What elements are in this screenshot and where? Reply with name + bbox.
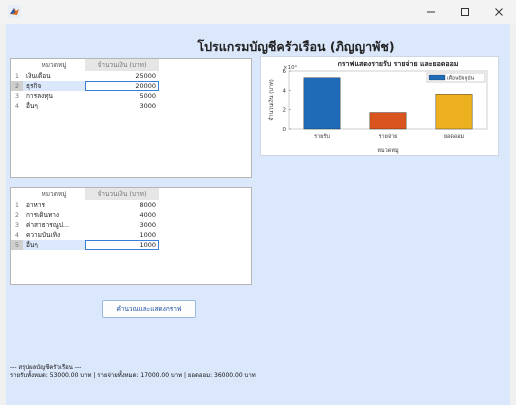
expense-table-body: 1 อาหาร 8000 2 การเดินทาง 4000 3 ค่าสาธารณูป...… xyxy=(11,200,251,250)
row-number: 5 xyxy=(11,240,23,250)
table-row[interactable]: 1 อาหาร 8000 xyxy=(11,200,251,210)
y-tick-label: 0 xyxy=(283,127,287,133)
x-axis-label: หมวดหมู่ xyxy=(377,148,399,154)
minimize-button[interactable] xyxy=(414,0,448,24)
x-tick-label: รายจ่าย xyxy=(379,134,398,140)
minimize-icon xyxy=(427,11,435,13)
summary-totals: รายรับทั้งหมด: 53000.00 บาท | รายจ่ายทั้… xyxy=(10,372,256,379)
row-number-header xyxy=(11,188,23,200)
row-number: 4 xyxy=(11,230,23,240)
amount-cell[interactable]: 20000 xyxy=(85,81,159,91)
category-cell[interactable]: ความบันเทิง xyxy=(23,230,85,240)
row-number: 1 xyxy=(11,200,23,210)
row-number: 3 xyxy=(11,91,23,101)
amount-cell[interactable]: 4000 xyxy=(85,210,159,220)
title-bar xyxy=(0,0,516,24)
amount-cell[interactable]: 1000 xyxy=(85,240,159,250)
y-tick-label: 2 xyxy=(283,108,287,114)
table-row[interactable]: 2 การเดินทาง 4000 xyxy=(11,210,251,220)
close-icon xyxy=(495,8,503,16)
bar-chart-svg: กราฟแสดงรายรับ รายจ่าย และยอดออม×10⁴จำนว… xyxy=(268,60,488,154)
expense-table[interactable]: หมวดหมู่ จำนวนเงิน (บาท) 1 อาหาร 8000 2 การเ… xyxy=(10,187,252,285)
table-row[interactable]: 4 ความบันเทิง 1000 xyxy=(11,230,251,240)
category-cell[interactable]: การเดินทาง xyxy=(23,210,85,220)
table-row[interactable]: 1 เงินเดือน 25000 xyxy=(11,71,251,81)
income-table-body: 1 เงินเดือน 25000 2 ธุรกิจ 20000 3 การลงทุน 5000… xyxy=(11,71,251,111)
table-row[interactable]: 3 ค่าสาธารณูป... 3000 xyxy=(11,220,251,230)
bar-2 xyxy=(435,94,473,130)
category-cell[interactable]: อื่นๆ xyxy=(23,101,85,111)
summary-chart: กราฟแสดงรายรับ รายจ่าย และยอดออม ×10⁴ จำนว… xyxy=(260,56,499,156)
calculate-and-plot-button[interactable]: คำนวณและแสดงกราฟ xyxy=(102,300,196,318)
amount-cell[interactable]: 5000 xyxy=(85,91,159,101)
row-number: 2 xyxy=(11,81,23,91)
income-table[interactable]: หมวดหมู่ จำนวนเงิน (บาท) 1 เงินเดือน 25000… xyxy=(10,58,252,178)
category-cell[interactable]: อาหาร xyxy=(23,200,85,210)
close-button[interactable] xyxy=(482,0,516,24)
summary-heading: --- สรุปผลบัญชีครัวเรือน --- xyxy=(10,364,82,371)
y-axis-label: จำนวนเงิน (บาท) xyxy=(268,79,275,121)
amount-cell[interactable]: 1000 xyxy=(85,230,159,240)
table-row[interactable]: 4 อื่นๆ 3000 xyxy=(11,101,251,111)
legend-label: เดือนปัจจุบัน xyxy=(447,75,475,82)
x-tick-label: รายรับ xyxy=(314,133,330,140)
page-title: โปรแกรมบัญชีครัวเรือน (ภิญญาพัช) xyxy=(197,39,395,54)
category-header[interactable]: หมวดหมู่ xyxy=(23,188,85,200)
y-tick-label: 6 xyxy=(283,69,287,75)
row-number: 4 xyxy=(11,101,23,111)
legend-swatch xyxy=(428,74,446,81)
app-window: โปรแกรมบัญชีครัวเรือน (ภิญญาพัช) หมวดหมู… xyxy=(0,0,516,405)
category-cell[interactable]: ธุรกิจ xyxy=(23,81,85,91)
maximize-button[interactable] xyxy=(448,0,482,24)
category-cell[interactable]: เงินเดือน xyxy=(23,71,85,81)
matlab-app-icon xyxy=(8,5,21,18)
row-number: 2 xyxy=(11,210,23,220)
app-client-area: โปรแกรมบัญชีครัวเรือน (ภิญญาพัช) หมวดหมู… xyxy=(6,24,510,405)
table-row[interactable]: 5 อื่นๆ 1000 xyxy=(11,240,251,250)
bar-1 xyxy=(369,112,407,130)
maximize-icon xyxy=(461,8,469,16)
amount-cell[interactable]: 3000 xyxy=(85,101,159,111)
category-cell[interactable]: อื่นๆ xyxy=(23,240,85,250)
category-header[interactable]: หมวดหมู่ xyxy=(23,59,85,71)
category-cell[interactable]: การลงทุน xyxy=(23,91,85,101)
table-row[interactable]: 3 การลงทุน 5000 xyxy=(11,91,251,101)
y-tick-label: 4 xyxy=(283,88,287,94)
income-table-header: หมวดหมู่ จำนวนเงิน (บาท) xyxy=(11,59,251,71)
amount-cell[interactable]: 25000 xyxy=(85,71,159,81)
amount-header[interactable]: จำนวนเงิน (บาท) xyxy=(85,59,159,71)
amount-cell[interactable]: 3000 xyxy=(85,220,159,230)
x-tick-label: ยอดออม xyxy=(444,134,465,140)
amount-header[interactable]: จำนวนเงิน (บาท) xyxy=(85,188,159,200)
table-row[interactable]: 2 ธุรกิจ 20000 xyxy=(11,81,251,91)
summary-text: --- สรุปผลบัญชีครัวเรือน --- รายรับทั้งห… xyxy=(10,364,256,380)
chart-title: กราฟแสดงรายรับ รายจ่าย และยอดออม xyxy=(338,60,459,68)
row-number: 3 xyxy=(11,220,23,230)
row-number: 1 xyxy=(11,71,23,81)
expense-table-header: หมวดหมู่ จำนวนเงิน (บาท) xyxy=(11,188,251,200)
row-number-header xyxy=(11,59,23,71)
category-cell[interactable]: ค่าสาธารณูป... xyxy=(23,220,85,230)
amount-cell[interactable]: 8000 xyxy=(85,200,159,210)
bar-0 xyxy=(303,77,341,130)
